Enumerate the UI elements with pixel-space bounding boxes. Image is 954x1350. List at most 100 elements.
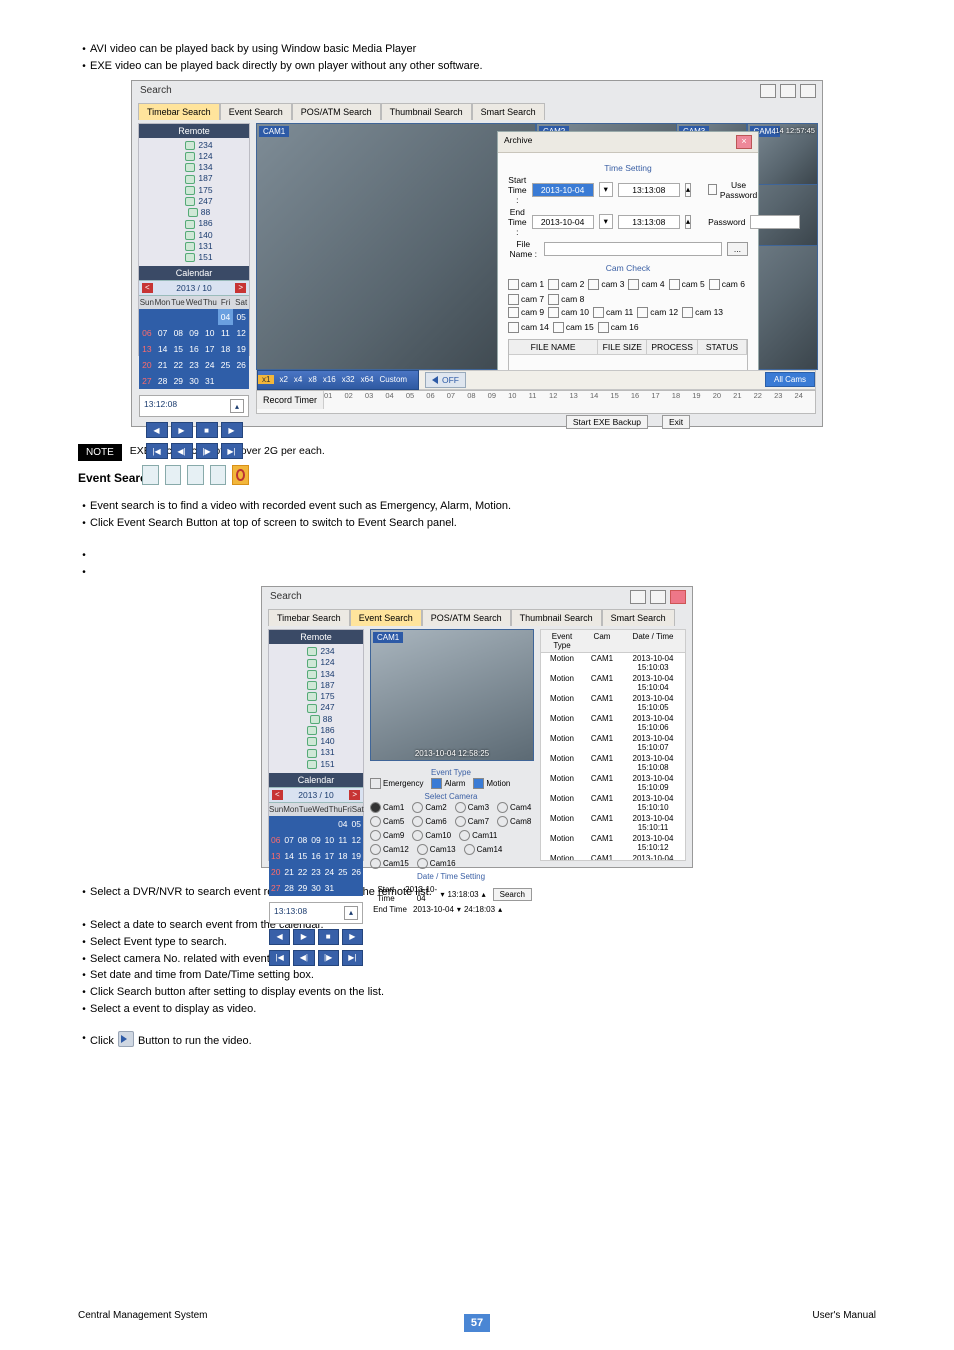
cam-radio[interactable]: Cam13 bbox=[417, 844, 456, 855]
cal-cell[interactable]: 19 bbox=[233, 341, 249, 357]
cam-radio[interactable]: Cam6 bbox=[412, 816, 446, 827]
off-toggle[interactable]: OFF bbox=[425, 372, 466, 388]
cal-cell[interactable]: 24 bbox=[323, 864, 336, 880]
remote-item[interactable]: 175 bbox=[279, 691, 363, 701]
cal-cell[interactable]: 07 bbox=[155, 325, 171, 341]
remote-item[interactable]: 186 bbox=[279, 725, 363, 735]
dropdown-icon[interactable]: ▾ bbox=[457, 905, 461, 914]
speed-x1[interactable]: x1 bbox=[258, 375, 274, 384]
step-back-icon[interactable]: ◀| bbox=[293, 950, 314, 966]
cam-check[interactable]: cam 15 bbox=[553, 322, 594, 333]
cal-cell[interactable]: 17 bbox=[202, 341, 218, 357]
dropdown-icon[interactable]: ▾ bbox=[440, 890, 444, 899]
time-field[interactable]: 13:12:08 ▴ bbox=[139, 395, 249, 417]
cal-cell[interactable] bbox=[269, 816, 282, 832]
event-type-motion[interactable]: Motion bbox=[473, 778, 510, 789]
cam-radio[interactable]: Cam8 bbox=[497, 816, 531, 827]
remote-item[interactable]: 247 bbox=[149, 196, 249, 206]
cal-next-icon[interactable]: > bbox=[235, 283, 246, 293]
cal-cell[interactable]: 05 bbox=[233, 309, 249, 325]
cal-cell[interactable]: 28 bbox=[155, 373, 171, 389]
fwd-icon[interactable]: ▶ bbox=[221, 422, 243, 438]
cal-cell[interactable]: 12 bbox=[233, 325, 249, 341]
remote-item[interactable]: 234 bbox=[279, 646, 363, 656]
cal-cell[interactable]: 30 bbox=[186, 373, 202, 389]
event-row[interactable]: MotionCAM12013-10-04 15:10:04 bbox=[541, 673, 685, 693]
spinner-icon[interactable]: ▴ bbox=[482, 890, 486, 899]
minimize-icon[interactable] bbox=[760, 84, 776, 98]
cal-cell[interactable]: 06 bbox=[139, 325, 155, 341]
cal-cell[interactable]: 16 bbox=[309, 848, 322, 864]
spinner-icon[interactable]: ▴ bbox=[685, 215, 691, 229]
cal-cell[interactable]: 04 bbox=[218, 309, 234, 325]
skip-start-icon[interactable]: |◀ bbox=[269, 950, 290, 966]
remote-list[interactable]: 234 124 134 187 175 247 88 186 140 131 1… bbox=[279, 646, 363, 769]
layout-16-icon[interactable] bbox=[210, 465, 227, 485]
cal-cell[interactable]: 25 bbox=[336, 864, 349, 880]
cal-cell[interactable]: 10 bbox=[202, 325, 218, 341]
speed-seg[interactable]: x4 bbox=[291, 375, 305, 384]
cal-prev-icon[interactable]: < bbox=[142, 283, 153, 293]
cal-cell[interactable]: 11 bbox=[218, 325, 234, 341]
cam-check[interactable]: cam 5 bbox=[669, 279, 705, 290]
time-spinner-icon[interactable]: ▴ bbox=[230, 399, 244, 413]
remote-item[interactable]: 131 bbox=[149, 241, 249, 251]
cam-radio[interactable]: Cam3 bbox=[455, 802, 489, 813]
cam-check[interactable]: cam 4 bbox=[628, 279, 664, 290]
archive-close-icon[interactable]: × bbox=[736, 135, 752, 149]
cal-cell[interactable] bbox=[186, 309, 202, 325]
skip-end-icon[interactable]: ▶| bbox=[221, 443, 243, 459]
cal-cell[interactable]: 06 bbox=[269, 832, 282, 848]
cal-cell[interactable]: 05 bbox=[350, 816, 363, 832]
start-date-field[interactable]: 2013-10-04 bbox=[532, 183, 594, 197]
cal-cell[interactable]: 12 bbox=[350, 832, 363, 848]
cam-check[interactable]: cam 1 bbox=[508, 279, 544, 290]
play-icon[interactable]: ▶ bbox=[293, 929, 314, 945]
remote-list[interactable]: 234 124 134 187 175 247 88 186 140 131 1… bbox=[149, 140, 249, 263]
close-icon[interactable] bbox=[800, 84, 816, 98]
tab-pos[interactable]: POS/ATM Search bbox=[292, 103, 381, 120]
remote-item[interactable]: 151 bbox=[279, 759, 363, 769]
cal-cell[interactable]: 22 bbox=[170, 357, 186, 373]
tab-thumbnail[interactable]: Thumbnail Search bbox=[381, 103, 472, 120]
tab-event[interactable]: Event Search bbox=[220, 103, 292, 120]
cal-cell[interactable]: 04 bbox=[336, 816, 349, 832]
event-row[interactable]: MotionCAM12013-10-04 15:10:05 bbox=[541, 693, 685, 713]
remote-item[interactable]: 134 bbox=[279, 669, 363, 679]
step-fwd-icon[interactable]: |▶ bbox=[318, 950, 339, 966]
cam-check[interactable]: cam 14 bbox=[508, 322, 549, 333]
start-date-field[interactable]: 2013-10-04 bbox=[405, 885, 438, 903]
exit-button[interactable]: Exit bbox=[662, 415, 690, 429]
stop-icon[interactable]: ■ bbox=[318, 929, 339, 945]
cal-cell[interactable] bbox=[233, 373, 249, 389]
skip-start-icon[interactable]: |◀ bbox=[146, 443, 168, 459]
tab-smart[interactable]: Smart Search bbox=[472, 103, 545, 120]
event-type-emergency[interactable]: Emergency bbox=[370, 778, 423, 789]
remote-item[interactable]: 186 bbox=[149, 218, 249, 228]
event-table[interactable]: Event Type Cam Date / Time MotionCAM1201… bbox=[540, 629, 686, 861]
search-button[interactable]: Search bbox=[493, 888, 532, 901]
speed-seg[interactable]: x64 bbox=[358, 375, 377, 384]
cal-cell[interactable]: 27 bbox=[269, 880, 282, 896]
remote-item[interactable]: 187 bbox=[279, 680, 363, 690]
cam-radio[interactable]: Cam15 bbox=[370, 858, 409, 869]
file-name-field[interactable] bbox=[544, 242, 722, 256]
cal-cell[interactable]: 31 bbox=[202, 373, 218, 389]
minimize-icon[interactable] bbox=[630, 590, 646, 604]
cam-radio[interactable]: Cam5 bbox=[370, 816, 404, 827]
cam-check[interactable]: cam 11 bbox=[593, 307, 633, 318]
start-time-field[interactable]: 13:18:03 bbox=[447, 890, 478, 899]
event-row[interactable]: MotionCAM12013-10-04 15:10:11 bbox=[541, 813, 685, 833]
cal-cell[interactable] bbox=[202, 309, 218, 325]
rew-icon[interactable]: ◀ bbox=[269, 929, 290, 945]
cal-cell[interactable]: 07 bbox=[282, 832, 295, 848]
play-icon[interactable]: ▶ bbox=[171, 422, 193, 438]
remote-item[interactable]: 124 bbox=[279, 657, 363, 667]
cam-check[interactable]: cam 16 bbox=[598, 322, 639, 333]
cal-cell[interactable]: 16 bbox=[186, 341, 202, 357]
event-row[interactable]: MotionCAM12013-10-04 15:10:12 bbox=[541, 833, 685, 853]
time-field[interactable]: 13:13:08▴ bbox=[269, 902, 363, 924]
remote-item[interactable]: 187 bbox=[149, 173, 249, 183]
cal-cell[interactable]: 15 bbox=[170, 341, 186, 357]
cam-radio[interactable]: Cam4 bbox=[497, 802, 531, 813]
